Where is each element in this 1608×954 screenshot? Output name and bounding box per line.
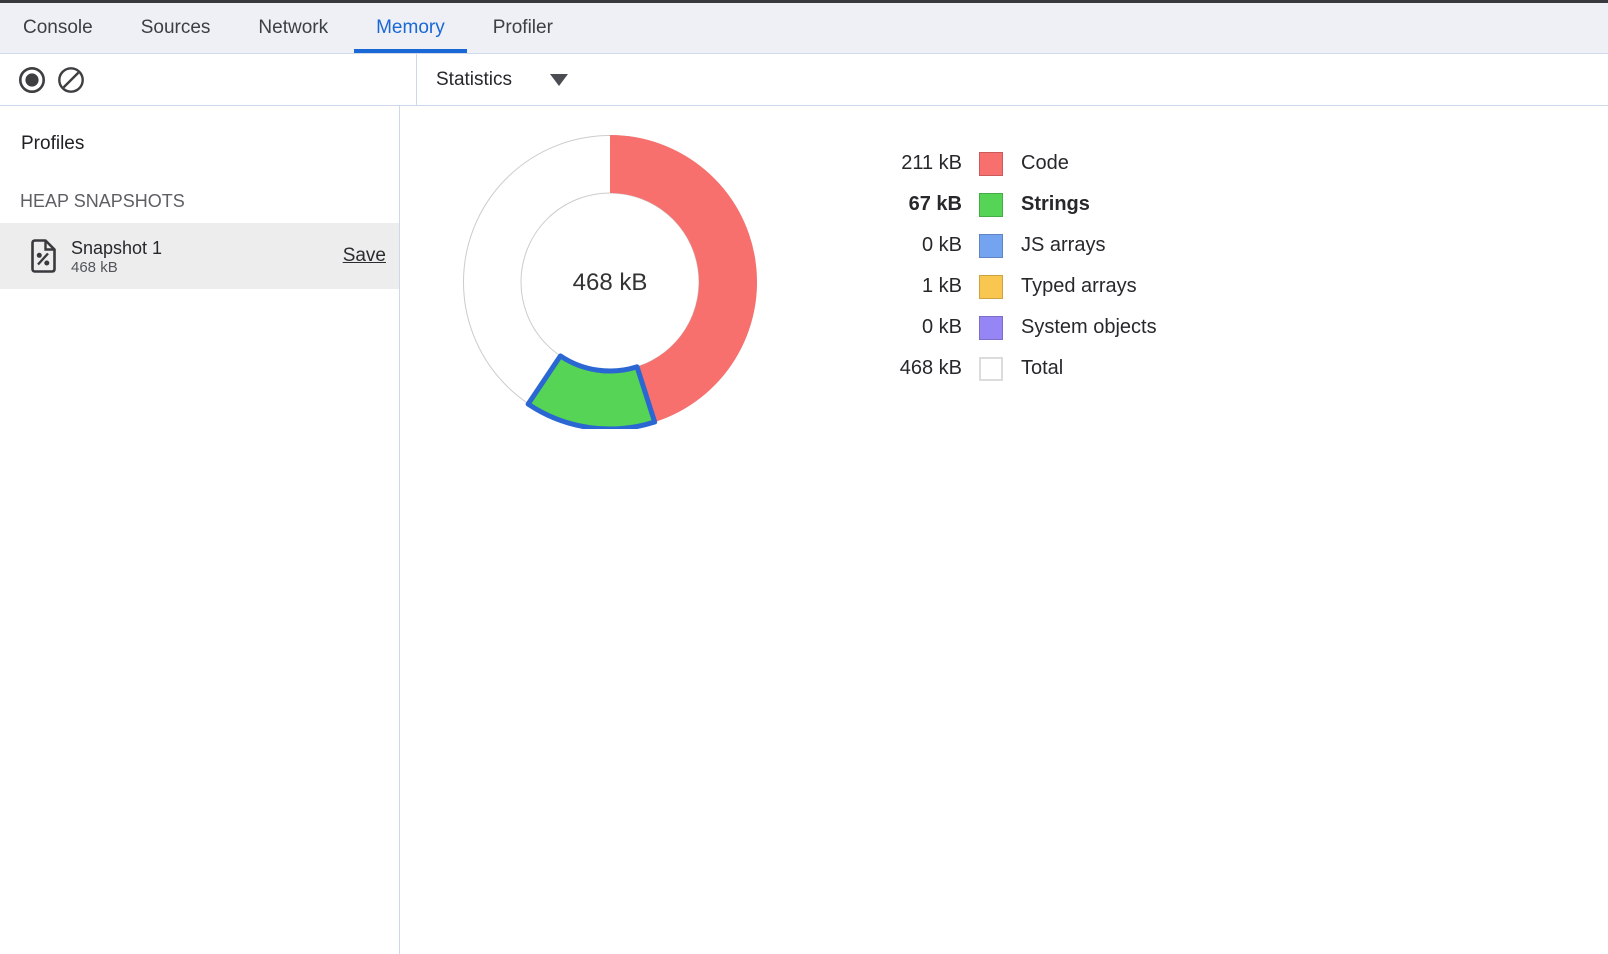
legend-value: 211 kB [840,152,962,175]
heap-statistics-donut-chart[interactable]: 468 kB [463,135,757,429]
tab-profiler[interactable]: Profiler [469,3,577,53]
legend-value: 468 kB [840,357,962,380]
clear-icon [56,65,86,95]
profiles-toolbar [0,54,417,105]
legend-row-system-objects[interactable]: 0 kB System objects [840,307,1157,348]
legend-label: JS arrays [1021,234,1105,257]
perspective-select[interactable]: Statistics [436,69,568,91]
legend-label: Total [1021,357,1063,380]
legend-row-strings[interactable]: 67 kB Strings [840,184,1157,225]
heap-snapshots-section-title: HEAP SNAPSHOTS [20,188,399,214]
sidebar-title: Profiles [21,131,399,157]
legend-value: 67 kB [840,193,962,216]
panel-toolbar: Statistics [0,54,1608,106]
devtools-tabbar: Console Sources Network Memory Profiler [0,3,1608,54]
statistics-panel: 468 kB 211 kB Code 67 kB Strings 0 kB JS arra… [400,106,1608,954]
profiles-sidebar: Profiles HEAP SNAPSHOTS Snapshot 1 468 k… [0,106,400,954]
legend-value: 1 kB [840,275,962,298]
tab-network[interactable]: Network [234,3,352,53]
snapshot-size: 468 kB [71,259,162,276]
donut-slice-strings[interactable] [528,356,655,429]
record-icon [17,65,47,95]
legend-label: Strings [1021,193,1090,216]
legend-swatch [979,152,1003,176]
legend-label: System objects [1021,316,1157,339]
legend-label: Typed arrays [1021,275,1137,298]
snapshot-title: Snapshot 1 [71,237,162,259]
legend-row-total[interactable]: 468 kB Total [840,348,1157,389]
devtools-window: Console Sources Network Memory Profiler [0,0,1608,954]
legend-swatch [979,357,1003,381]
chevron-down-icon [550,74,568,86]
record-heap-snapshot-button[interactable] [17,65,47,95]
clear-profiles-button[interactable] [56,65,86,95]
legend-value: 0 kB [840,234,962,257]
statistics-toolbar: Statistics [417,54,1608,105]
tab-sources[interactable]: Sources [117,3,235,53]
legend-value: 0 kB [840,316,962,339]
save-snapshot-link[interactable]: Save [343,245,386,267]
snapshot-text: Snapshot 1 468 kB [71,237,162,276]
tab-memory[interactable]: Memory [352,3,469,53]
donut-center-label: 468 kB [573,269,648,296]
tab-console[interactable]: Console [0,3,117,53]
legend-row-js-arrays[interactable]: 0 kB JS arrays [840,225,1157,266]
sidebar-item-snapshot-1[interactable]: Snapshot 1 468 kB Save [0,223,399,289]
legend-swatch [979,193,1003,217]
panel-body: Profiles HEAP SNAPSHOTS Snapshot 1 468 k… [0,106,1608,954]
chart-legend: 211 kB Code 67 kB Strings 0 kB JS arrays 1 kB T… [840,143,1157,389]
legend-row-typed-arrays[interactable]: 1 kB Typed arrays [840,266,1157,307]
legend-swatch [979,234,1003,258]
legend-swatch [979,316,1003,340]
legend-swatch [979,275,1003,299]
perspective-select-label: Statistics [436,69,512,91]
legend-row-code[interactable]: 211 kB Code [840,143,1157,184]
legend-label: Code [1021,152,1069,175]
heap-snapshot-icon [30,239,56,273]
